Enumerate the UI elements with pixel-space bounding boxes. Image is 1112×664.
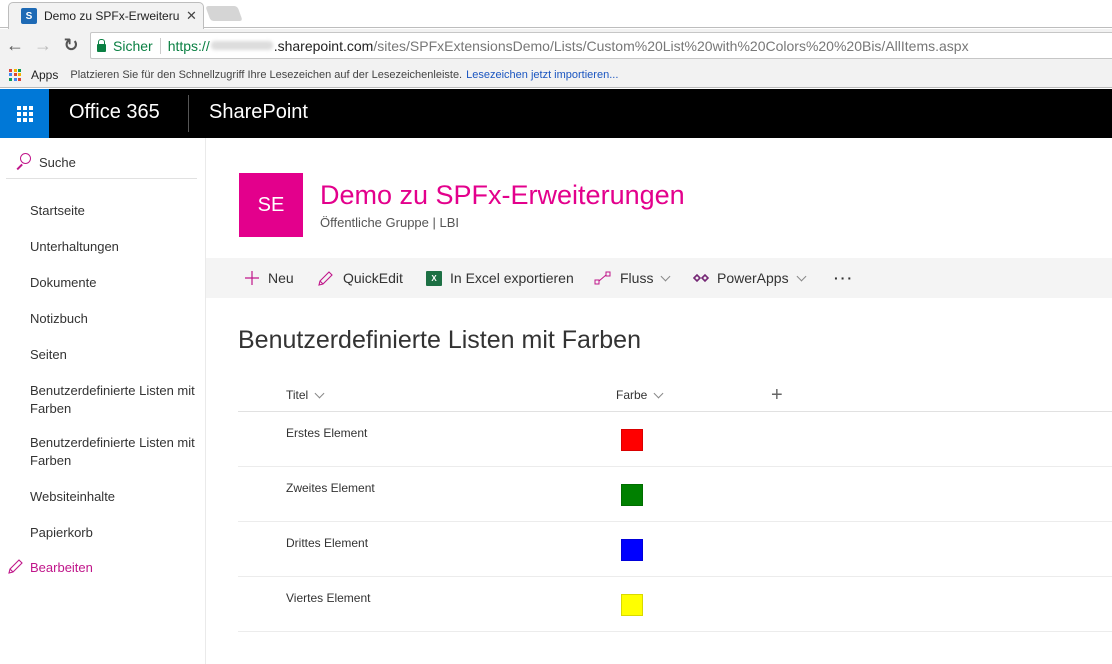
search-box[interactable]: Suche [6,146,197,179]
site-subtitle: Öffentliche Gruppe | LBI [320,215,459,230]
nav-item-startseite[interactable]: Startseite [30,202,200,220]
column-label: Farbe [616,388,648,402]
sharepoint-favicon-icon: S [21,8,37,24]
bookmarks-hint: Platzieren Sie für den Schnellzugriff Ih… [70,68,463,81]
flow-button[interactable]: Fluss [594,258,671,298]
row-title[interactable]: Viertes Element [286,591,371,605]
browser-tab[interactable]: S Demo zu SPFx-Erweiterun ✕ [8,2,204,29]
quickedit-label: QuickEdit [343,270,403,286]
edit-nav-link[interactable]: Bearbeiten [6,558,93,576]
plus-icon [245,271,259,285]
left-navigation: Suche Startseite Unterhaltungen Dokument… [0,138,206,664]
site-logo[interactable]: SE [239,173,303,237]
nav-item-websiteinhalte[interactable]: Websiteinhalte [30,488,200,506]
nav-item-custom-list-2[interactable]: Benutzerdefinierte Listen mit Farben [30,434,200,470]
chevron-down-icon [653,388,664,398]
url-path: /sites/SPFxExtensionsDemo/Lists/Custom%2… [373,37,969,54]
apps-grid-icon[interactable] [9,68,21,81]
powerapps-label: PowerApps [717,270,789,286]
list-row[interactable]: Erstes Element [238,412,1112,467]
forward-arrow-icon[interactable]: → [32,34,54,56]
export-excel-label: In Excel exportieren [450,270,574,286]
divider [188,95,189,132]
tab-title: Demo zu SPFx-Erweiterun [44,9,180,23]
add-column-icon[interactable]: + [771,385,783,405]
browser-toolbar: ← → ↻ Sicher https:// .sharepoint.com /s… [0,29,1112,62]
close-tab-icon[interactable]: ✕ [186,8,197,24]
flow-icon [594,271,611,285]
list-row[interactable]: Viertes Element [238,577,1112,632]
column-header-farbe[interactable]: Farbe [616,388,664,402]
app-launcher-waffle-icon[interactable] [0,89,49,138]
chevron-down-icon [314,388,325,398]
sharepoint-app-name[interactable]: SharePoint [209,101,308,124]
new-tab-button[interactable] [205,6,243,21]
column-label: Titel [286,388,309,402]
row-title[interactable]: Erstes Element [286,426,367,440]
list-title: Benutzerdefinierte Listen mit Farben [238,326,641,354]
nav-item-custom-list-1[interactable]: Benutzerdefinierte Listen mit Farben [30,382,200,418]
import-bookmarks-link[interactable]: Lesezeichen jetzt importieren... [466,69,618,81]
color-swatch [621,484,643,506]
nav-item-dokumente[interactable]: Dokumente [30,274,200,292]
excel-icon: X [426,270,442,286]
address-bar[interactable]: Sicher https:// .sharepoint.com /sites/S… [90,32,1112,59]
more-options-button[interactable]: ··· [834,258,854,298]
pencil-icon [318,271,333,286]
color-swatch [621,594,643,616]
back-arrow-icon[interactable]: ← [4,34,26,56]
search-placeholder: Suche [39,154,76,170]
flow-label: Fluss [620,270,654,286]
bookmarks-bar: Apps Platzieren Sie für den Schnellzugri… [0,62,1112,88]
nav-item-seiten[interactable]: Seiten [30,346,200,364]
export-excel-button[interactable]: X In Excel exportieren [426,258,574,298]
command-bar: Neu QuickEdit X In Excel exportieren Flu… [206,258,1112,298]
url-tenant-blurred [210,41,273,50]
url-host: .sharepoint.com [273,37,374,54]
site-title[interactable]: Demo zu SPFx-Erweiterungen [320,180,685,211]
color-swatch [621,539,643,561]
quickedit-button[interactable]: QuickEdit [317,258,403,298]
office365-brand[interactable]: Office 365 [69,101,160,124]
powerapps-icon [693,273,709,283]
reload-icon[interactable]: ↻ [60,34,82,56]
nav-item-papierkorb[interactable]: Papierkorb [30,524,200,542]
search-icon [15,153,33,171]
url-protocol: https:// [167,37,210,54]
column-header-titel[interactable]: Titel [286,388,325,402]
nav-item-unterhaltungen[interactable]: Unterhaltungen [30,238,200,256]
nav-item-notizbuch[interactable]: Notizbuch [30,310,200,328]
row-title[interactable]: Zweites Element [286,481,375,495]
color-swatch [621,429,643,451]
lock-icon [97,38,106,52]
new-label: Neu [268,270,294,286]
row-title[interactable]: Drittes Element [286,536,368,550]
list-row[interactable]: Drittes Element [238,522,1112,577]
pencil-icon [8,559,23,574]
apps-link[interactable]: Apps [31,68,58,82]
chevron-down-icon [661,271,671,281]
edit-label: Bearbeiten [30,559,93,575]
browser-tabstrip: S Demo zu SPFx-Erweiterun ✕ [0,0,1112,29]
divider [159,37,161,54]
chevron-down-icon [796,271,807,281]
o365-suite-bar: Office 365 SharePoint [0,89,1112,138]
list-row[interactable]: Zweites Element [238,467,1112,522]
powerapps-button[interactable]: PowerApps [693,258,807,298]
new-button[interactable]: Neu [244,258,294,298]
secure-label: Sicher [113,37,153,54]
